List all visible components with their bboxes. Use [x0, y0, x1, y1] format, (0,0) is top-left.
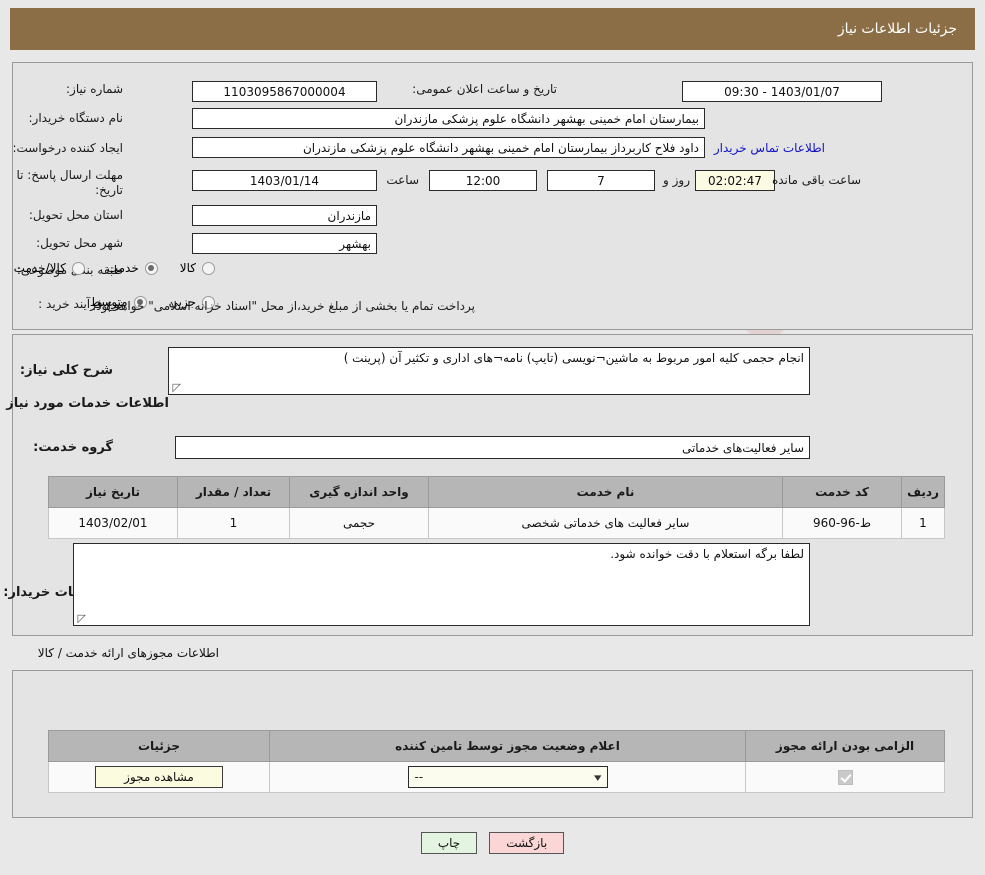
- col-service-code: کد خدمت: [782, 476, 902, 508]
- general-description-value: انجام حجمی کلیه امور مربوط به ماشین¬نویس…: [343, 351, 804, 365]
- footer-actions: بازگشت چاپ: [0, 832, 985, 854]
- page-header: جزئیات اطلاعات نیاز: [10, 8, 975, 50]
- permit-status-selected-value: --: [414, 770, 424, 784]
- announcement-datetime-value: 1403/01/07 - 09:30: [682, 81, 882, 102]
- view-permit-button[interactable]: مشاهده مجوز: [95, 766, 223, 788]
- remaining-days-label: روز و: [663, 173, 690, 187]
- radio-icon[interactable]: [144, 261, 158, 275]
- resize-grip-icon[interactable]: ◸: [76, 613, 86, 624]
- buyer-contact-link[interactable]: اطلاعات تماس خریدار: [714, 141, 825, 155]
- buyer-organization-label: نام دستگاه خریدار:: [28, 111, 124, 125]
- subject-category-option-kala[interactable]: کالا: [180, 261, 215, 275]
- print-button[interactable]: چاپ: [420, 832, 478, 854]
- countdown-timer-value: 02:02:47: [695, 170, 775, 191]
- need-details-panel: [12, 62, 973, 330]
- subject-category-option-label: کالا: [179, 261, 196, 275]
- table-row: ▾ -- مشاهده مجوز: [48, 761, 945, 793]
- subject-category-option-kala-khedmat[interactable]: کالا/خدمت: [14, 261, 85, 275]
- service-group-value: سایر فعالیت‌های خدماتی: [175, 436, 810, 459]
- delivery-city-label: شهر محل تحویل:: [36, 236, 123, 250]
- col-row: ردیف: [901, 476, 945, 508]
- subject-category-option-khedmat[interactable]: خدمت: [107, 261, 158, 275]
- subject-category-radio-group: کالا خدمت کالا/خدمت: [0, 261, 215, 275]
- deadline-hour-value: 12:00: [429, 170, 537, 191]
- purchase-process-note: پرداخت تمام یا بخشی از مبلغ خرید،از محل …: [92, 299, 475, 313]
- services-table-header-row: ردیف کد خدمت نام خدمت واحد اندازه گیری ت…: [48, 476, 945, 508]
- permits-table-wrapper: الزامی بودن ارائه مجوز اعلام وضعیت مجوز …: [48, 730, 945, 793]
- permits-section-label: اطلاعات مجوزهای ارائه خدمت / کالا: [37, 646, 219, 660]
- col-unit: واحد اندازه گیری: [289, 476, 429, 508]
- col-permit-details: جزئیات: [48, 730, 270, 762]
- response-deadline-label: مهلت ارسال پاسخ: تا تاریخ:: [16, 168, 123, 197]
- delivery-province-value: مازندران: [192, 205, 377, 226]
- col-quantity: تعداد / مقدار: [177, 476, 290, 508]
- permit-required-checkbox[interactable]: [837, 769, 853, 785]
- delivery-city-value: بهشهر: [192, 233, 377, 254]
- buyer-notes-textarea[interactable]: لطفا برگه استعلام با دقت خوانده شود. ◸: [73, 543, 810, 626]
- permits-table-header-row: الزامی بودن ارائه مجوز اعلام وضعیت مجوز …: [48, 730, 945, 762]
- cell-permit-status: ▾ --: [269, 761, 746, 793]
- col-need-date: تاریخ نیاز: [48, 476, 178, 508]
- table-row: 1 ط-96-960 سایر فعالیت های خدماتی شخصی ح…: [48, 507, 945, 539]
- service-group-label: گروه خدمت:: [33, 440, 113, 455]
- cell-row: 1: [901, 507, 945, 539]
- announcement-datetime-label: تاریخ و ساعت اعلان عمومی:: [412, 82, 557, 96]
- deadline-date-value: 1403/01/14: [192, 170, 377, 191]
- services-table-wrapper: ردیف کد خدمت نام خدمت واحد اندازه گیری ت…: [48, 476, 945, 539]
- deadline-hour-label: ساعت: [386, 173, 419, 187]
- delivery-province-label: استان محل تحویل:: [28, 208, 123, 222]
- radio-icon[interactable]: [71, 261, 85, 275]
- buyer-organization-value: بیمارستان امام خمینی بهشهر دانشگاه علوم …: [192, 108, 705, 129]
- permits-table: الزامی بودن ارائه مجوز اعلام وضعیت مجوز …: [48, 730, 945, 793]
- cell-permit-details: مشاهده مجوز: [48, 761, 270, 793]
- radio-icon[interactable]: [202, 261, 215, 275]
- cell-unit: حجمی: [289, 507, 429, 539]
- col-permit-status: اعلام وضعیت مجوز توسط تامین کننده: [269, 730, 746, 762]
- need-number-label: شماره نیاز:: [66, 82, 123, 96]
- resize-grip-icon[interactable]: ◸: [171, 382, 181, 393]
- chevron-down-icon: ▾: [594, 770, 602, 784]
- cell-need-date: 1403/02/01: [48, 507, 178, 539]
- remaining-days-value: 7: [547, 170, 655, 191]
- page-title: جزئیات اطلاعات نیاز: [837, 21, 957, 37]
- countdown-timer-label: ساعت باقی مانده: [771, 173, 861, 187]
- permit-status-select[interactable]: ▾ --: [407, 766, 608, 788]
- subject-category-option-label: خدمت: [106, 261, 139, 275]
- cell-permit-required: [745, 761, 945, 793]
- general-description-label: شرح کلی نیاز:: [19, 363, 113, 378]
- request-creator-value: داود فلاح کاربرداز بیمارستان امام خمینی …: [192, 137, 705, 158]
- request-creator-label: ایجاد کننده درخواست:: [12, 141, 123, 155]
- back-button[interactable]: بازگشت: [489, 832, 565, 854]
- subject-category-option-label: کالا/خدمت: [13, 261, 66, 275]
- need-number-value: 1103095867000004: [192, 81, 377, 102]
- cell-quantity: 1: [177, 507, 290, 539]
- services-info-title: اطلاعات خدمات مورد نیاز: [6, 396, 169, 411]
- services-table: ردیف کد خدمت نام خدمت واحد اندازه گیری ت…: [48, 476, 945, 539]
- cell-service-code: ط-96-960: [782, 507, 902, 539]
- cell-service-name: سایر فعالیت های خدماتی شخصی: [428, 507, 783, 539]
- col-permit-required: الزامی بودن ارائه مجوز: [745, 730, 945, 762]
- col-service-name: نام خدمت: [428, 476, 783, 508]
- general-description-textarea[interactable]: انجام حجمی کلیه امور مربوط به ماشین¬نویس…: [168, 347, 810, 395]
- buyer-notes-value: لطفا برگه استعلام با دقت خوانده شود.: [610, 547, 804, 561]
